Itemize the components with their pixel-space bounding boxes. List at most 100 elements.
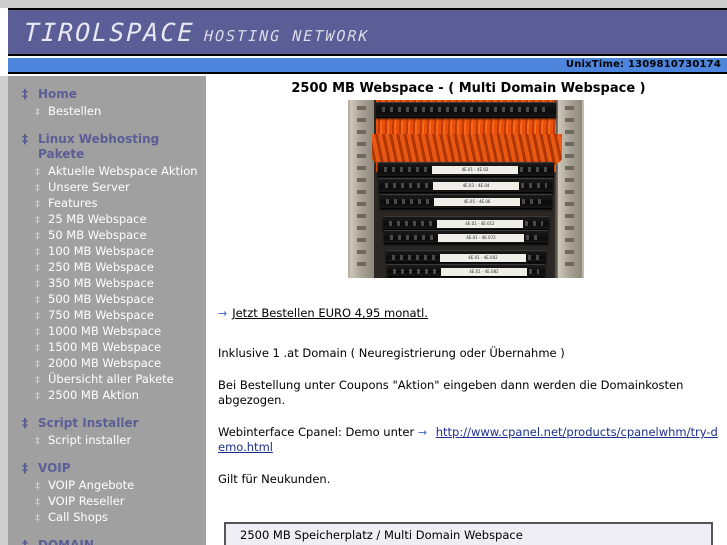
sidebar-item[interactable]: ‡ 25 MB Webspace: [35, 212, 206, 228]
unixtime-bar: UnixTime: 1309810730174: [8, 58, 727, 74]
page-root: TIROLSPACE HOSTING NETWORK UnixTime: 130…: [0, 0, 727, 545]
double-dagger-icon: ‡: [22, 87, 28, 101]
sidebar-item[interactable]: ‡ 1000 MB Webspace: [35, 324, 206, 340]
double-dagger-icon: ‡: [35, 107, 40, 118]
sidebar-item-label: 100 MB Webspace: [48, 244, 154, 258]
sidebar-item[interactable]: ‡ Script installer: [35, 433, 206, 449]
sidebar-item[interactable]: ‡ Übersicht aller Pakete: [35, 372, 206, 388]
sidebar-group: ‡ Linux Webhosting Pakete ‡ Aktuelle Webspa…: [8, 130, 206, 404]
content-body: → Jetzt Bestellen EURO 4,95 monatl. Inkl…: [218, 306, 718, 504]
sidebar-item[interactable]: ‡ VOIP Reseller: [35, 494, 206, 510]
double-dagger-icon: ‡: [22, 416, 28, 430]
paragraph-domain-included: Inklusive 1 .at Domain ( Neuregistrierun…: [218, 346, 565, 360]
site-masthead: TIROLSPACE HOSTING NETWORK: [8, 8, 727, 56]
patch-panel: 4E.01 - 4E.082: [387, 264, 545, 277]
patch-panel-label: 4E.05 - 4E.06: [434, 198, 520, 206]
sidebar-group-header[interactable]: ‡ Script Installer: [22, 414, 206, 433]
sidebar-item[interactable]: ‡ 100 MB Webspace: [35, 244, 206, 260]
sidebar-item-label: Bestellen: [48, 104, 102, 118]
patch-panel-label: 4E.01 - 4E.012: [437, 220, 523, 228]
sidebar-item[interactable]: ‡ 750 MB Webspace: [35, 308, 206, 324]
double-dagger-icon: ‡: [35, 183, 40, 194]
sidebar-item-label: 350 MB Webspace: [48, 276, 154, 290]
double-dagger-icon: ‡: [35, 295, 40, 306]
sidebar-item[interactable]: ‡ 350 MB Webspace: [35, 276, 206, 292]
table-row: 2500 MB Speicherplatz / Multi Domain Web…: [240, 528, 523, 542]
sidebar-group-header[interactable]: ‡ Home: [22, 85, 206, 104]
patch-panel: 4E.05 - 4E.06: [380, 194, 552, 209]
double-dagger-icon: ‡: [22, 461, 28, 475]
double-dagger-icon: ‡: [35, 167, 40, 178]
double-dagger-icon: ‡: [35, 263, 40, 274]
left-gutter: [0, 76, 8, 545]
sidebar-item[interactable]: ‡ 500 MB Webspace: [35, 292, 206, 308]
sidebar-item[interactable]: ‡ 250 MB Webspace: [35, 260, 206, 276]
sidebar-group-header[interactable]: ‡ DOMAIN: [22, 536, 206, 545]
sidebar-item-label: Call Shops: [48, 510, 109, 524]
sidebar-item[interactable]: ‡ Aktuelle Webspace Aktion: [35, 164, 206, 180]
double-dagger-icon: ‡: [35, 231, 40, 242]
sidebar-item-label: VOIP Angebote: [48, 478, 135, 492]
sidebar-item-label: Übersicht aller Pakete: [48, 372, 174, 386]
double-dagger-icon: ‡: [35, 497, 40, 508]
sidebar-group: ‡ Home ‡ Bestellen: [8, 85, 206, 120]
sidebar-item[interactable]: ‡ Bestellen: [35, 104, 206, 120]
order-line: → Jetzt Bestellen EURO 4,95 monatl.: [218, 306, 718, 320]
double-dagger-icon: ‡: [35, 327, 40, 338]
logo-primary-text: TIROLSPACE: [23, 18, 196, 47]
sidebar-group-header[interactable]: ‡ Linux Webhosting Pakete: [22, 130, 206, 164]
double-dagger-icon: ‡: [35, 343, 40, 354]
sidebar-group-label: DOMAIN: [38, 538, 94, 545]
sidebar-item[interactable]: ‡ VOIP Angebote: [35, 478, 206, 494]
patch-panel: 4E.01 - 4E.02: [378, 162, 554, 177]
paragraph-new-customers: Gilt für Neukunden.: [218, 472, 331, 486]
paragraph-coupon-info: Bei Bestellung unter Coupons "Aktion" ei…: [218, 378, 684, 407]
sidebar-group: ‡ VOIP ‡ VOIP Angebote ‡ VOIP Reseller ‡ Call S…: [8, 459, 206, 526]
patch-panel: 4E.01 - 4E.072: [384, 230, 548, 244]
server-rack-photo: 4E.01 - 4E.02 4E.03 - 4E.04 4E.05 - 4E.0…: [348, 100, 584, 278]
double-dagger-icon: ‡: [35, 513, 40, 524]
page-title: 2500 MB Webspace - ( Multi Domain Webspa…: [291, 81, 646, 96]
sidebar-group-label: Home: [38, 87, 77, 101]
sidebar-item[interactable]: ‡ 2500 MB Aktion: [35, 388, 206, 404]
top-gutter: [0, 0, 727, 8]
sidebar-item-label: 25 MB Webspace: [48, 212, 147, 226]
paragraph-cpanel-demo: Webinterface Cpanel: Demo unter → http:/…: [218, 425, 718, 455]
site-logo[interactable]: TIROLSPACE HOSTING NETWORK: [23, 18, 370, 47]
sidebar-group: ‡ Script Installer ‡ Script installer: [8, 414, 206, 449]
double-dagger-icon: ‡: [35, 279, 40, 290]
sidebar-item[interactable]: ‡ Call Shops: [35, 510, 206, 526]
double-dagger-icon: ‡: [35, 391, 40, 402]
sidebar-item[interactable]: ‡ 2000 MB Webspace: [35, 356, 206, 372]
patch-panel: [376, 102, 556, 118]
patch-panel-label: 4E.01 - 4E.002: [440, 254, 526, 262]
double-dagger-icon: ‡: [35, 436, 40, 447]
sidebar-item-label: 750 MB Webspace: [48, 308, 154, 322]
double-dagger-icon: ‡: [35, 199, 40, 210]
patch-panel-label: 4E.01 - 4E.072: [438, 234, 524, 242]
sidebar-group-label: Script Installer: [38, 416, 139, 430]
sidebar-item-label: VOIP Reseller: [48, 494, 125, 508]
logo-tagline-text: HOSTING NETWORK: [203, 27, 370, 45]
sidebar-item-label: 250 MB Webspace: [48, 260, 154, 274]
patch-panel-label: 4E.03 - 4E.04: [433, 182, 519, 190]
order-now-link[interactable]: Jetzt Bestellen EURO 4,95 monatl.: [232, 306, 428, 320]
sidebar-item-label: 2000 MB Webspace: [48, 356, 162, 370]
sidebar-item[interactable]: ‡ 50 MB Webspace: [35, 228, 206, 244]
patch-panel-label: 4E.01 - 4E.082: [441, 268, 527, 276]
arrow-right-icon: →: [417, 426, 428, 439]
sidebar-item[interactable]: ‡ 1500 MB Webspace: [35, 340, 206, 356]
sidebar-item-label: Script installer: [48, 433, 132, 447]
feature-table: 2500 MB Speicherplatz / Multi Domain Web…: [224, 522, 713, 545]
sidebar-item-label: 1000 MB Webspace: [48, 324, 162, 338]
sidebar-group-header[interactable]: ‡ VOIP: [22, 459, 206, 478]
patch-panel-label: 4E.01 - 4E.02: [432, 166, 518, 174]
patch-panel: 4E.01 - 4E.002: [386, 250, 546, 263]
rack-rail-left: [350, 100, 374, 278]
double-dagger-icon: ‡: [35, 311, 40, 322]
sidebar-item[interactable]: ‡ Unsere Server: [35, 180, 206, 196]
sidebar-item[interactable]: ‡ Features: [35, 196, 206, 212]
